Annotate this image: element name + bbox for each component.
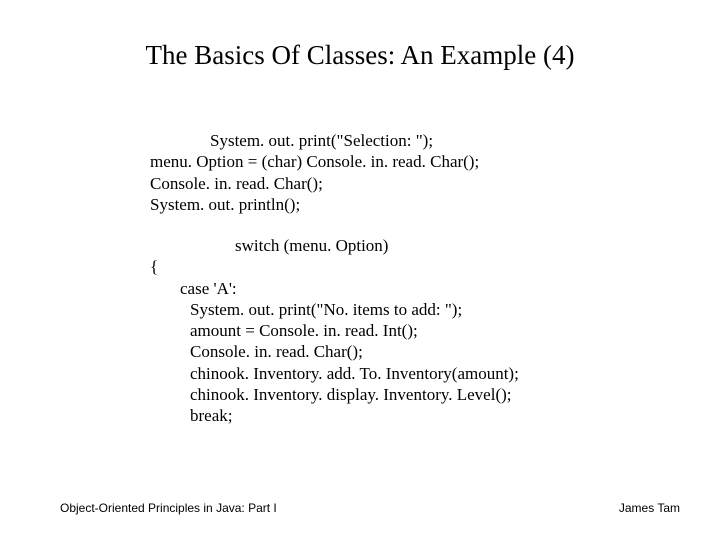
code-block-1: System. out. print("Selection: "); menu.… (150, 130, 479, 215)
footer-right: James Tam (619, 501, 680, 515)
code-line: Console. in. read. Char(); (150, 173, 479, 194)
code-line: System. out. print("Selection: "); (150, 130, 479, 151)
code-line: break; (150, 405, 519, 426)
footer-left: Object-Oriented Principles in Java: Part… (60, 501, 277, 515)
code-line: switch (menu. Option) (150, 235, 519, 256)
slide-title: The Basics Of Classes: An Example (4) (0, 0, 720, 71)
code-line: Console. in. read. Char(); (150, 341, 519, 362)
code-line: chinook. Inventory. add. To. Inventory(a… (150, 363, 519, 384)
code-line: menu. Option = (char) Console. in. read.… (150, 151, 479, 172)
code-line: { (150, 256, 519, 277)
code-line: chinook. Inventory. display. Inventory. … (150, 384, 519, 405)
code-block-2: switch (menu. Option) { case 'A': System… (150, 235, 519, 426)
code-line: amount = Console. in. read. Int(); (150, 320, 519, 341)
code-line: case 'A': (150, 278, 519, 299)
code-line: System. out. print("No. items to add: ")… (150, 299, 519, 320)
code-line: System. out. println(); (150, 194, 479, 215)
